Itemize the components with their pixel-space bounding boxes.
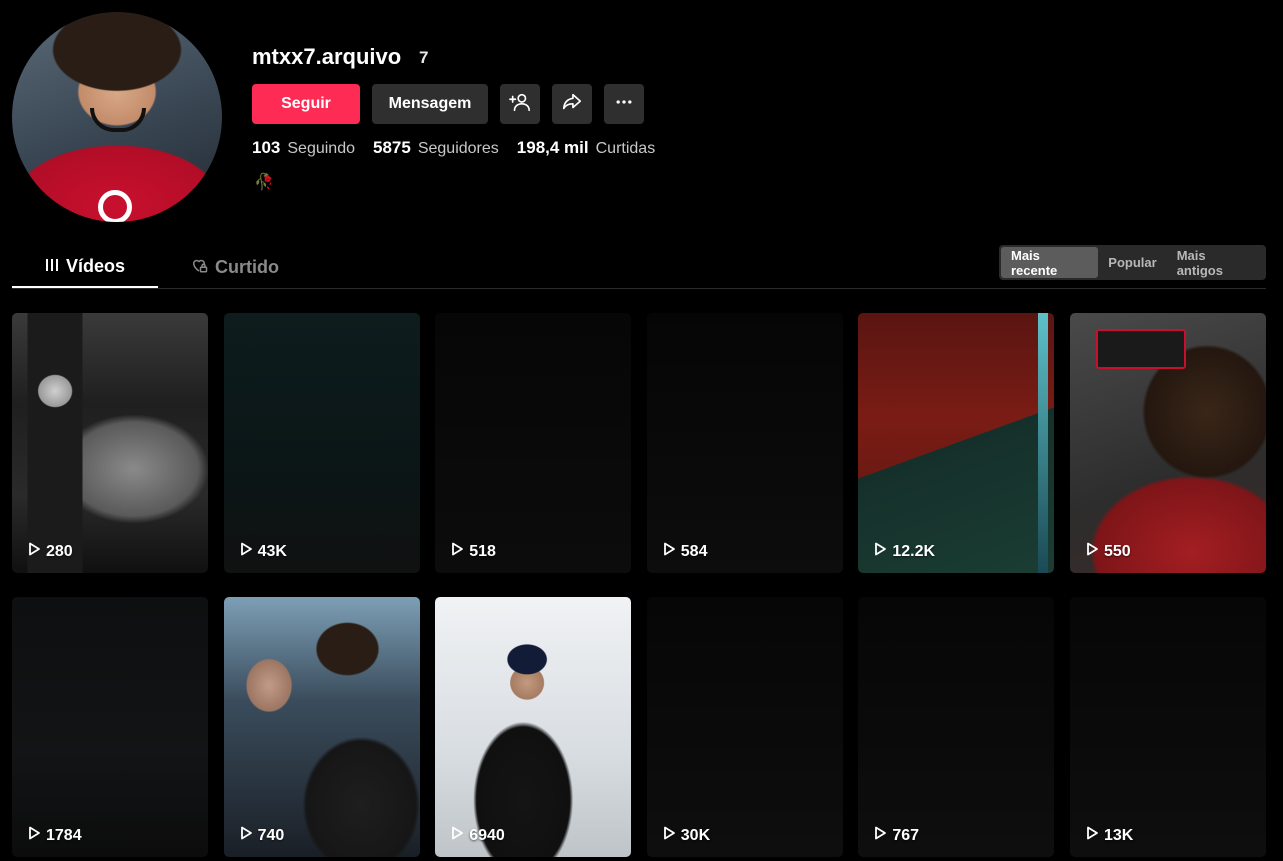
likes-label: Curtidas <box>595 140 656 157</box>
play-icon <box>1085 826 1104 845</box>
view-count: 13K <box>1085 826 1133 845</box>
view-count: 12.2K <box>873 542 935 561</box>
profile-bio: 🥀 <box>254 174 274 191</box>
view-count-text: 13K <box>1103 826 1134 844</box>
view-count-text: 12.2K <box>892 542 936 560</box>
video-tile[interactable]: 43K <box>223 313 420 573</box>
thumbnail-decoration <box>1038 313 1049 573</box>
profile-username: mtxx7.arquivo <box>252 44 402 69</box>
view-count-text: 280 <box>46 542 73 560</box>
view-count-text: 767 <box>892 826 920 844</box>
following-label[interactable]: Seguindo <box>287 140 355 158</box>
follow-button[interactable]: Seguir <box>252 84 360 124</box>
play-icon <box>450 542 469 561</box>
video-tile[interactable]: 6940 <box>435 597 632 857</box>
video-tile[interactable]: 767 <box>858 597 1055 857</box>
view-count: 584 <box>662 542 708 561</box>
video-tile[interactable]: 280 <box>12 313 208 573</box>
video-tile[interactable]: 740 <box>223 597 420 857</box>
play-icon <box>662 826 681 845</box>
view-count: 740 <box>239 826 285 845</box>
share-arrow-icon <box>561 91 583 118</box>
play-icon <box>873 826 892 845</box>
view-count: 1784 <box>27 826 82 845</box>
profile-stats: 103 Seguindo 5875 Seguidores 198,4 mil C… <box>252 138 673 158</box>
avatar-jersey-logo <box>98 190 132 222</box>
video-tile[interactable]: 30K <box>646 597 843 857</box>
sort-option-recent[interactable]: Mais recente <box>1001 247 1099 278</box>
view-count: 280 <box>27 542 73 561</box>
play-icon <box>1085 542 1104 561</box>
view-count-text: 740 <box>257 826 285 844</box>
view-count: 550 <box>1085 542 1131 561</box>
followers-count[interactable]: 5875 <box>373 138 411 158</box>
view-count-text: 518 <box>469 542 496 560</box>
more-options-button[interactable] <box>604 84 644 124</box>
video-grid: 280 43K 518 584 12.2K 550 1784 740 6940 … <box>12 313 1266 857</box>
view-count-text: 584 <box>680 542 708 560</box>
play-icon <box>239 826 258 845</box>
sort-selector: Mais recente Popular Mais antigos <box>999 245 1266 280</box>
add-friend-button[interactable] <box>500 84 540 124</box>
view-count-text: 550 <box>1103 542 1131 560</box>
tab-videos[interactable]: Vídeos <box>12 246 158 288</box>
play-icon <box>662 542 681 561</box>
grid-bars-icon <box>45 256 66 277</box>
view-count: 30K <box>662 826 710 845</box>
tab-liked-label: Curtido <box>215 256 279 277</box>
video-tile[interactable]: 518 <box>435 313 632 573</box>
add-user-icon <box>509 91 531 118</box>
message-button[interactable]: Mensagem <box>372 84 488 124</box>
profile-badge-number: 7 <box>419 48 429 67</box>
play-icon <box>239 542 258 561</box>
view-count-text: 43K <box>257 542 287 560</box>
heart-lock-icon <box>190 256 215 279</box>
view-count: 43K <box>239 542 287 561</box>
share-button[interactable] <box>552 84 592 124</box>
video-tile[interactable]: 584 <box>646 313 843 573</box>
video-tile[interactable]: 12.2K <box>858 313 1055 573</box>
sort-option-oldest[interactable]: Mais antigos <box>1167 247 1264 278</box>
play-icon <box>27 542 46 561</box>
tab-videos-label: Vídeos <box>65 255 126 276</box>
view-count: 518 <box>450 542 496 561</box>
view-count-text: 1784 <box>46 826 82 844</box>
thumbnail-scoreboard <box>1095 329 1186 369</box>
more-dots-icon <box>614 92 634 117</box>
view-count: 767 <box>873 826 919 845</box>
play-icon <box>873 542 892 561</box>
tab-liked[interactable]: Curtido <box>190 246 279 288</box>
profile-avatar[interactable] <box>12 12 222 222</box>
view-count-text: 30K <box>680 826 711 844</box>
video-tile[interactable]: 550 <box>1069 313 1266 573</box>
play-icon <box>450 826 469 845</box>
avatar-jersey-collar <box>90 108 146 132</box>
likes-count: 198,4 mil <box>516 138 589 157</box>
view-count: 6940 <box>450 826 505 845</box>
followers-label[interactable]: Seguidores <box>418 140 499 158</box>
play-icon <box>27 826 46 845</box>
following-count[interactable]: 103 <box>252 138 280 158</box>
view-count-text: 6940 <box>469 826 505 844</box>
sort-option-popular[interactable]: Popular <box>1098 247 1166 278</box>
video-tile[interactable]: 13K <box>1069 597 1266 857</box>
video-tile[interactable]: 1784 <box>12 597 208 857</box>
